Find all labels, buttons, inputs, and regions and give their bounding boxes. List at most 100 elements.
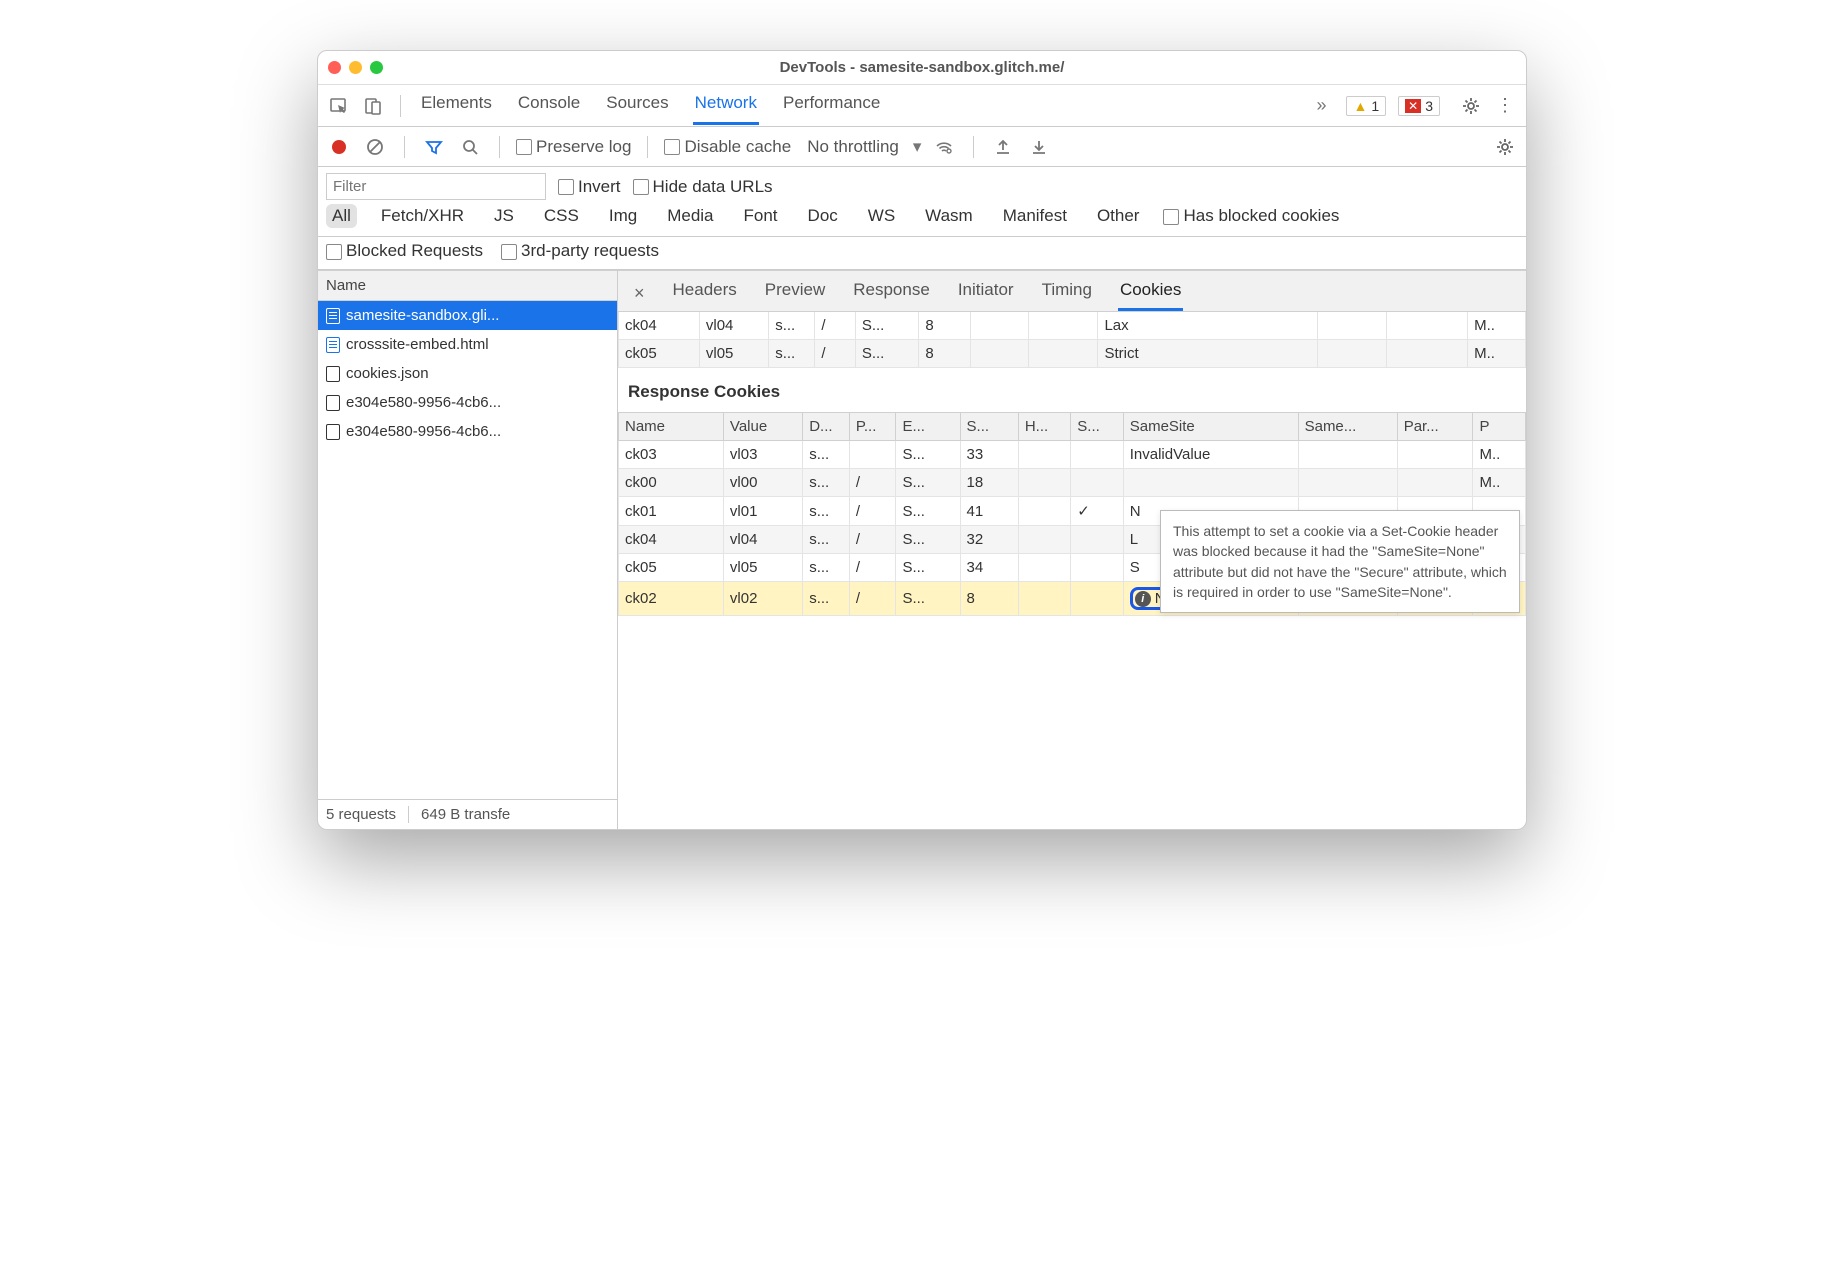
detail-tab-cookies[interactable]: Cookies <box>1118 275 1183 311</box>
col-header[interactable]: Same... <box>1298 413 1397 441</box>
minimize-icon[interactable] <box>349 61 362 74</box>
filter-chip-fetch-xhr[interactable]: Fetch/XHR <box>375 204 470 228</box>
filter-chip-other[interactable]: Other <box>1091 204 1146 228</box>
cell: S... <box>896 441 960 469</box>
detail-pane: × Headers Preview Response Initiator Timing C… <box>618 270 1526 829</box>
filter-chip-doc[interactable]: Doc <box>802 204 844 228</box>
col-header[interactable]: H... <box>1018 413 1070 441</box>
cell <box>1387 312 1468 340</box>
document-icon <box>326 337 340 353</box>
cell <box>1071 441 1123 469</box>
main-tab-sources[interactable]: Sources <box>604 87 670 125</box>
clear-icon[interactable] <box>362 134 388 160</box>
third-party-checkbox[interactable]: 3rd-party requests <box>501 241 659 261</box>
filter-chip-css[interactable]: CSS <box>538 204 585 228</box>
cookie-row[interactable]: ck00vl00s.../S...18M.. <box>619 469 1526 497</box>
cell <box>1018 497 1070 526</box>
kebab-icon[interactable]: ⋮ <box>1492 93 1518 119</box>
search-icon[interactable] <box>457 134 483 160</box>
request-row[interactable]: cookies.json <box>318 359 617 388</box>
col-header[interactable]: S... <box>960 413 1018 441</box>
blocked-requests-checkbox[interactable]: Blocked Requests <box>326 241 483 261</box>
close-icon[interactable] <box>328 61 341 74</box>
cookie-row[interactable]: ck05vl05s.../S...8StrictM.. <box>619 340 1526 368</box>
cell: / <box>849 526 896 554</box>
main-toolbar: Elements Console Sources Network Performance… <box>318 85 1526 127</box>
upload-icon[interactable] <box>990 134 1016 160</box>
network-subbar: Preserve log Disable cache No throttling… <box>318 127 1526 167</box>
has-blocked-checkbox[interactable]: Has blocked cookies <box>1163 206 1339 226</box>
hide-data-urls-checkbox[interactable]: Hide data URLs <box>633 177 773 197</box>
col-header[interactable]: SameSite <box>1123 413 1298 441</box>
request-row[interactable]: e304e580-9956-4cb6... <box>318 417 617 446</box>
cookie-row[interactable]: ck03vl03s...S...33InvalidValueM.. <box>619 441 1526 469</box>
filter-chip-font[interactable]: Font <box>738 204 784 228</box>
cell: vl04 <box>723 526 802 554</box>
cell: Lax <box>1098 312 1318 340</box>
wifi-icon[interactable] <box>931 134 957 160</box>
content: Name samesite-sandbox.gli...crosssite-em… <box>318 270 1526 829</box>
separator <box>400 95 401 117</box>
cell <box>1298 469 1397 497</box>
status-requests: 5 requests <box>326 806 396 823</box>
detail-tab-initiator[interactable]: Initiator <box>956 275 1016 311</box>
filter-icon[interactable] <box>421 134 447 160</box>
col-header[interactable]: S... <box>1071 413 1123 441</box>
throttling-select[interactable]: No throttling▾ <box>807 137 921 157</box>
cell <box>849 441 896 469</box>
main-tab-performance[interactable]: Performance <box>781 87 882 125</box>
cell: ck05 <box>619 554 724 582</box>
disable-cache-checkbox[interactable]: Disable cache <box>664 137 791 157</box>
cell: M.. <box>1468 340 1526 368</box>
filter-chip-ws[interactable]: WS <box>862 204 901 228</box>
col-header[interactable]: P... <box>849 413 896 441</box>
detail-tab-timing[interactable]: Timing <box>1040 275 1094 311</box>
warning-count: 1 <box>1371 98 1379 114</box>
cell <box>1071 554 1123 582</box>
cell: / <box>815 340 855 368</box>
filter-chip-manifest[interactable]: Manifest <box>997 204 1073 228</box>
detail-tab-headers[interactable]: Headers <box>671 275 739 311</box>
request-row[interactable]: crosssite-embed.html <box>318 330 617 359</box>
invert-checkbox[interactable]: Invert <box>558 177 621 197</box>
col-header[interactable]: E... <box>896 413 960 441</box>
filter-chip-all[interactable]: All <box>326 204 357 228</box>
close-detail-icon[interactable]: × <box>628 283 651 304</box>
warning-badge[interactable]: ▲1 <box>1346 96 1386 116</box>
request-row[interactable]: e304e580-9956-4cb6... <box>318 388 617 417</box>
zoom-icon[interactable] <box>370 61 383 74</box>
filter-chip-media[interactable]: Media <box>661 204 719 228</box>
filter-chip-wasm[interactable]: Wasm <box>919 204 979 228</box>
traffic-lights <box>328 61 383 74</box>
name-column-header[interactable]: Name <box>318 270 617 301</box>
gear-icon[interactable] <box>1492 134 1518 160</box>
main-tab-network[interactable]: Network <box>693 87 759 125</box>
cookie-row[interactable]: ck04vl04s.../S...8LaxM.. <box>619 312 1526 340</box>
col-header[interactable]: D... <box>803 413 850 441</box>
download-icon[interactable] <box>1026 134 1052 160</box>
cell: 8 <box>960 582 1018 616</box>
more-tabs-icon[interactable]: » <box>1308 93 1334 119</box>
filter-chip-img[interactable]: Img <box>603 204 643 228</box>
col-header[interactable]: Name <box>619 413 724 441</box>
record-icon[interactable] <box>326 134 352 160</box>
gear-icon[interactable] <box>1458 93 1484 119</box>
request-row[interactable]: samesite-sandbox.gli... <box>318 301 617 330</box>
cell: vl05 <box>699 340 768 368</box>
error-badge[interactable]: ✕3 <box>1398 96 1440 116</box>
main-tab-console[interactable]: Console <box>516 87 582 125</box>
inspect-icon[interactable] <box>326 93 352 119</box>
detail-tab-response[interactable]: Response <box>851 275 932 311</box>
cell: vl05 <box>723 554 802 582</box>
col-header[interactable]: Par... <box>1397 413 1473 441</box>
preserve-log-checkbox[interactable]: Preserve log <box>516 137 631 157</box>
col-header[interactable]: P <box>1473 413 1526 441</box>
device-icon[interactable] <box>360 93 386 119</box>
cell: s... <box>803 469 850 497</box>
filter-chip-js[interactable]: JS <box>488 204 520 228</box>
detail-tab-preview[interactable]: Preview <box>763 275 827 311</box>
col-header[interactable]: Value <box>723 413 802 441</box>
cell: s... <box>803 582 850 616</box>
main-tab-elements[interactable]: Elements <box>419 87 494 125</box>
filter-input[interactable] <box>326 173 546 200</box>
